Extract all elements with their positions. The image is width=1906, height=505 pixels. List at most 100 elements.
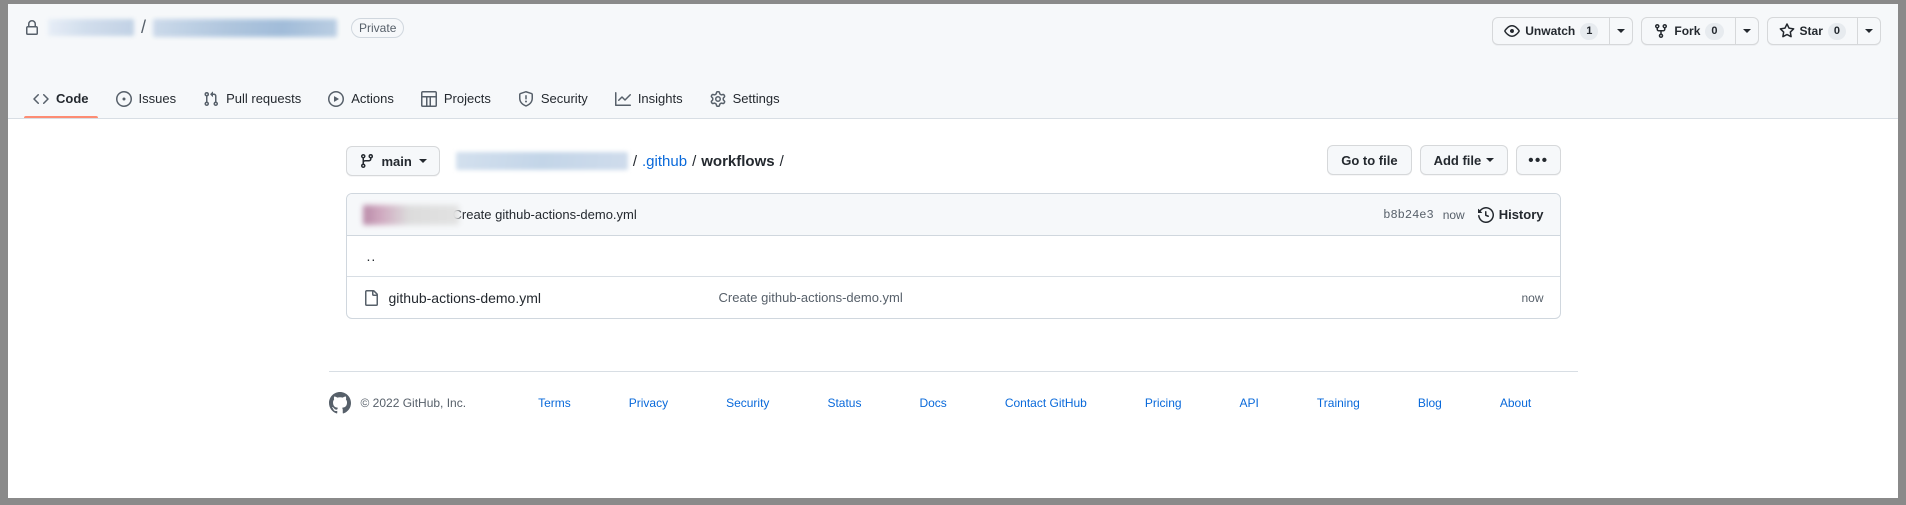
eye-icon <box>1504 23 1521 39</box>
owner-name-separator: / <box>141 17 147 37</box>
breadcrumb: / .github / workflows / <box>455 152 789 170</box>
star-button[interactable]: Star 0 <box>1768 18 1857 44</box>
add-file-label: Add file <box>1433 152 1482 168</box>
commit-history-link[interactable]: History <box>1477 206 1544 223</box>
git-pull-request-icon <box>203 91 219 107</box>
tab-issues-label: Issues <box>138 91 177 106</box>
footer-link-training[interactable]: Training <box>1317 396 1360 410</box>
fork-dropdown-button[interactable] <box>1734 18 1758 44</box>
tab-settings-label: Settings <box>732 91 780 106</box>
go-to-file-label: Go to file <box>1341 152 1398 168</box>
watch-dropdown-button[interactable] <box>1609 18 1632 44</box>
tab-projects[interactable]: Projects <box>412 79 500 118</box>
file-name-link[interactable]: github-actions-demo.yml <box>389 290 719 306</box>
footer-content: © 2022 GitHub, Inc. Terms Privacy Securi… <box>328 372 1578 414</box>
footer-link-blog[interactable]: Blog <box>1418 396 1442 410</box>
visibility-badge: Private <box>351 17 405 38</box>
play-icon <box>328 90 345 107</box>
path-toolbar: main / .github / workflows / Go to file <box>345 145 1561 177</box>
tab-insights[interactable]: Insights <box>606 79 692 118</box>
table-row[interactable]: github-actions-demo.yml Create github-ac… <box>347 277 1560 318</box>
watch-count: 1 <box>1580 22 1599 40</box>
lock-icon <box>24 19 40 36</box>
repository-owner-redacted[interactable] <box>48 19 134 36</box>
tab-projects-label: Projects <box>443 91 491 106</box>
screenshot-frame: / Private Unwatch 1 Fork 0 Star 0 Code I… <box>0 0 1906 505</box>
tab-actions[interactable]: Actions <box>319 79 403 118</box>
tab-settings[interactable]: Settings <box>701 79 789 118</box>
star-label: Star <box>1799 24 1823 38</box>
tab-pull-requests-label: Pull requests <box>226 91 302 106</box>
commit-author-redacted[interactable] <box>362 204 459 225</box>
footer-link-contact-github[interactable]: Contact GitHub <box>1005 396 1087 410</box>
github-repo-page: / Private Unwatch 1 Fork 0 Star 0 Code I… <box>8 4 1898 498</box>
tab-insights-label: Insights <box>637 91 683 106</box>
footer-link-status[interactable]: Status <box>827 396 861 410</box>
latest-commit-row: Create github-actions-demo.yml b8b24e3 n… <box>346 194 1560 236</box>
breadcrumb-separator-2: / <box>692 152 697 170</box>
git-branch-icon <box>359 153 375 169</box>
chevron-down-icon <box>1742 29 1751 33</box>
unwatch-button[interactable]: Unwatch 1 <box>1493 18 1609 44</box>
commit-meta: b8b24e3 now History <box>1383 206 1544 223</box>
tab-security[interactable]: Security <box>509 79 597 118</box>
file-commit-message[interactable]: Create github-actions-demo.yml <box>719 290 1522 305</box>
tab-code-label: Code <box>56 91 89 106</box>
more-options-button[interactable]: ••• <box>1516 145 1561 175</box>
footer-link-api[interactable]: API <box>1240 396 1259 410</box>
footer-link-docs[interactable]: Docs <box>919 396 946 410</box>
branch-selector-button[interactable]: main <box>345 146 440 176</box>
footer-link-privacy[interactable]: Privacy <box>629 396 668 410</box>
star-icon <box>1779 23 1795 39</box>
history-label: History <box>1498 207 1544 222</box>
watch-button-group[interactable]: Unwatch 1 <box>1492 17 1634 45</box>
commit-sha[interactable]: b8b24e3 <box>1383 208 1433 222</box>
repository-nav-tabs: Code Issues Pull requests Actions Projec <box>8 78 1898 119</box>
repository-name-redacted[interactable] <box>153 18 338 37</box>
issue-opened-icon <box>115 90 132 107</box>
unwatch-label: Unwatch <box>1525 24 1576 38</box>
fork-count: 0 <box>1705 22 1724 40</box>
fork-button-group[interactable]: Fork 0 <box>1641 17 1759 45</box>
tab-pull-requests[interactable]: Pull requests <box>194 79 310 118</box>
breadcrumb-current-workflows: workflows <box>701 152 775 170</box>
fork-button[interactable]: Fork 0 <box>1642 18 1734 44</box>
kebab-icon: ••• <box>1528 151 1549 169</box>
footer-link-about[interactable]: About <box>1500 396 1531 410</box>
repository-actions: Unwatch 1 Fork 0 Star 0 <box>1492 17 1881 45</box>
tab-security-label: Security <box>540 91 588 106</box>
tab-code[interactable]: Code <box>24 79 98 118</box>
gear-icon <box>710 90 726 107</box>
breadcrumb-repo-redacted[interactable] <box>455 152 628 170</box>
github-mark-icon <box>328 392 351 414</box>
repository-header: / Private Unwatch 1 Fork 0 Star 0 <box>8 4 1898 79</box>
content-container: main / .github / workflows / Go to file <box>345 145 1561 319</box>
star-dropdown-button[interactable] <box>1857 18 1880 44</box>
chevron-down-icon <box>418 159 427 163</box>
tab-issues[interactable]: Issues <box>107 79 186 118</box>
star-button-group[interactable]: Star 0 <box>1766 17 1881 45</box>
file-icon <box>363 289 379 306</box>
fork-label: Fork <box>1674 24 1701 38</box>
go-to-file-button[interactable]: Go to file <box>1327 145 1412 175</box>
parent-directory-link[interactable]: .. <box>363 248 377 264</box>
commit-message[interactable]: Create github-actions-demo.yml <box>453 207 637 222</box>
star-count: 0 <box>1827 22 1846 40</box>
main-content: main / .github / workflows / Go to file <box>8 120 1898 414</box>
chevron-down-icon <box>1865 29 1873 33</box>
breadcrumb-link-github[interactable]: .github <box>642 153 687 170</box>
breadcrumb-separator-3: / <box>779 152 784 170</box>
page-footer: © 2022 GitHub, Inc. Terms Privacy Securi… <box>8 371 1898 414</box>
footer-link-security[interactable]: Security <box>726 396 769 410</box>
table-icon <box>420 90 437 107</box>
file-commit-time: now <box>1521 290 1544 305</box>
footer-link-pricing[interactable]: Pricing <box>1145 396 1182 410</box>
branch-name: main <box>381 153 412 169</box>
file-listing: Create github-actions-demo.yml b8b24e3 n… <box>345 193 1561 319</box>
graph-icon <box>614 91 631 107</box>
chevron-down-icon <box>1486 158 1495 162</box>
add-file-button[interactable]: Add file <box>1419 145 1509 175</box>
footer-copyright: © 2022 GitHub, Inc. <box>360 396 467 410</box>
footer-link-terms[interactable]: Terms <box>538 396 571 410</box>
parent-directory-row[interactable]: .. <box>346 236 1560 277</box>
